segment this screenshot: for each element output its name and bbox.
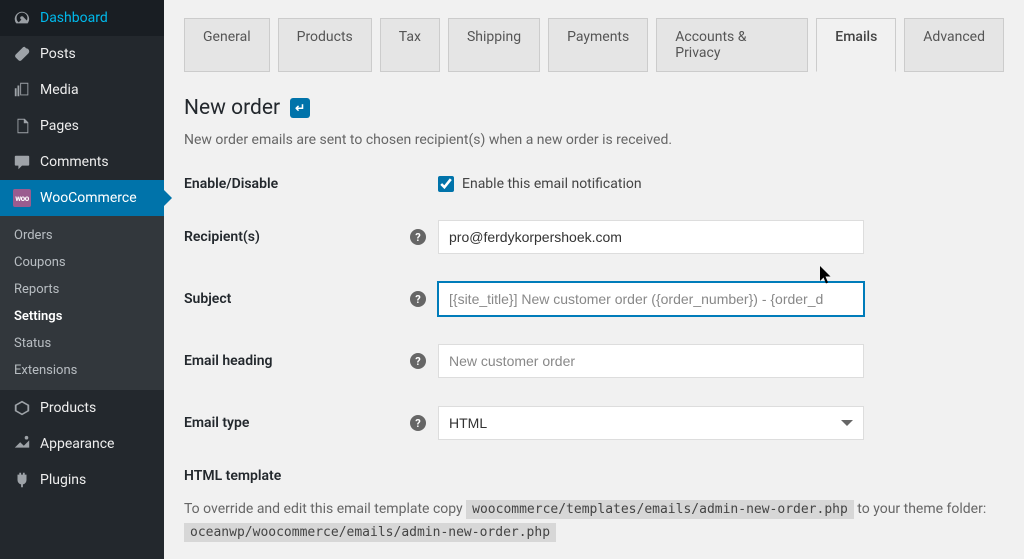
- template-path-source: woocommerce/templates/emails/admin-new-o…: [466, 500, 854, 519]
- sidebar-item-label: Comments: [40, 154, 109, 170]
- back-button[interactable]: ↵: [290, 98, 310, 118]
- sidebar-item-comments[interactable]: Comments: [0, 144, 164, 180]
- woocommerce-submenu: Orders Coupons Reports Settings Status E…: [0, 216, 164, 390]
- heading-input[interactable]: [438, 344, 864, 378]
- row-subject: Subject ?: [184, 282, 1004, 316]
- sidebar-item-posts[interactable]: Posts: [0, 36, 164, 72]
- submenu-item-status[interactable]: Status: [0, 330, 164, 357]
- sidebar-item-label: Dashboard: [40, 10, 108, 26]
- help-icon[interactable]: ?: [410, 291, 426, 307]
- comments-icon: [12, 152, 32, 172]
- label-subject: Subject: [184, 291, 410, 307]
- submenu-item-reports[interactable]: Reports: [0, 276, 164, 303]
- sidebar-item-label: Pages: [40, 118, 79, 134]
- tab-advanced[interactable]: Advanced: [904, 18, 1004, 72]
- label-email-type: Email type: [184, 415, 410, 431]
- sidebar-item-label: Products: [40, 400, 96, 416]
- appearance-icon: [12, 434, 32, 454]
- sidebar-item-label: Media: [40, 82, 79, 98]
- recipient-input[interactable]: [438, 220, 864, 254]
- tab-tax[interactable]: Tax: [380, 18, 440, 72]
- page-title-text: New order: [184, 96, 280, 120]
- enable-checkbox[interactable]: [438, 176, 454, 192]
- sidebar-item-label: Plugins: [40, 472, 86, 488]
- sidebar-item-plugins[interactable]: Plugins: [0, 462, 164, 498]
- tab-payments[interactable]: Payments: [548, 18, 648, 72]
- page-title: New order ↵: [184, 96, 1004, 120]
- subject-input[interactable]: [438, 282, 864, 316]
- sidebar-item-products[interactable]: Products: [0, 390, 164, 426]
- submenu-item-extensions[interactable]: Extensions: [0, 357, 164, 384]
- row-heading: Email heading ?: [184, 344, 1004, 378]
- email-type-select[interactable]: HTML: [438, 406, 864, 440]
- template-text: To override and edit this email template…: [184, 498, 1004, 544]
- tab-products[interactable]: Products: [278, 18, 372, 72]
- enable-checkbox-wrapper[interactable]: Enable this email notification: [438, 176, 864, 192]
- sidebar-item-label: Posts: [40, 46, 76, 62]
- tab-accounts-privacy[interactable]: Accounts & Privacy: [656, 18, 808, 72]
- sidebar-item-label: WooCommerce: [40, 190, 137, 206]
- media-icon: [12, 80, 32, 100]
- sidebar-item-dashboard[interactable]: Dashboard: [0, 0, 164, 36]
- page-description: New order emails are sent to chosen reci…: [184, 132, 1004, 148]
- label-heading: Email heading: [184, 353, 410, 369]
- sidebar-item-label: Appearance: [40, 436, 114, 452]
- tab-shipping[interactable]: Shipping: [448, 18, 540, 72]
- tab-emails[interactable]: Emails: [816, 18, 896, 72]
- template-section: HTML template To override and edit this …: [184, 468, 1004, 544]
- pages-icon: [12, 116, 32, 136]
- enable-checkbox-label: Enable this email notification: [462, 176, 642, 192]
- sidebar-item-woocommerce[interactable]: woo WooCommerce: [0, 180, 164, 216]
- submenu-item-orders[interactable]: Orders: [0, 222, 164, 249]
- help-icon[interactable]: ?: [410, 353, 426, 369]
- admin-sidebar: Dashboard Posts Media Pages Comments woo…: [0, 0, 164, 559]
- woocommerce-icon: woo: [12, 188, 32, 208]
- label-enable: Enable/Disable: [184, 176, 410, 192]
- help-icon[interactable]: ?: [410, 415, 426, 431]
- main-content: General Products Tax Shipping Payments A…: [164, 0, 1024, 559]
- template-path-dest: oceanwp/woocommerce/emails/admin-new-ord…: [184, 523, 556, 542]
- row-email-type: Email type ? HTML: [184, 406, 1004, 440]
- dashboard-icon: [12, 8, 32, 28]
- label-recipient: Recipient(s): [184, 229, 410, 245]
- plugins-icon: [12, 470, 32, 490]
- row-enable: Enable/Disable Enable this email notific…: [184, 176, 1004, 192]
- sidebar-item-appearance[interactable]: Appearance: [0, 426, 164, 462]
- sidebar-item-media[interactable]: Media: [0, 72, 164, 108]
- row-recipient: Recipient(s) ?: [184, 220, 1004, 254]
- settings-tabs: General Products Tax Shipping Payments A…: [184, 18, 1004, 72]
- pin-icon: [12, 44, 32, 64]
- template-title: HTML template: [184, 468, 1004, 484]
- submenu-item-settings[interactable]: Settings: [0, 303, 164, 330]
- sidebar-item-pages[interactable]: Pages: [0, 108, 164, 144]
- products-icon: [12, 398, 32, 418]
- submenu-item-coupons[interactable]: Coupons: [0, 249, 164, 276]
- tab-general[interactable]: General: [184, 18, 270, 72]
- help-icon[interactable]: ?: [410, 229, 426, 245]
